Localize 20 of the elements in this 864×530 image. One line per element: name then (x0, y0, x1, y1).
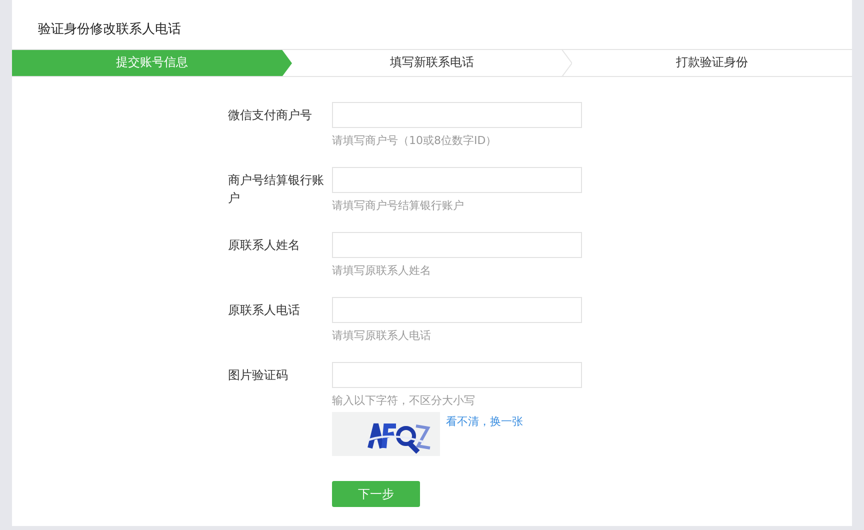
field-label: 商户号结算银行账户 (228, 172, 324, 207)
refresh-captcha-link[interactable]: 看不清，换一张 (446, 414, 523, 429)
field-label: 图片验证码 (228, 367, 289, 384)
field-hint: 请填写商户号结算银行账户 (332, 199, 465, 213)
field-hint: 请填写原联系人电话 (332, 329, 432, 343)
step-tab[interactable]: 提交账号信息 (12, 50, 292, 76)
input-field[interactable] (332, 232, 582, 258)
field-hint: 请填写商户号（10或8位数字ID） (332, 134, 498, 148)
input-field[interactable] (332, 167, 582, 193)
field-label: 原联系人姓名 (228, 237, 301, 254)
next-step-button[interactable]: 下一步 (332, 481, 420, 507)
step-tab[interactable]: 打款验证身份 (572, 50, 852, 76)
field-label: 原联系人电话 (228, 302, 301, 319)
step-tab[interactable]: 填写新联系电话 (292, 50, 572, 76)
input-field[interactable] (332, 362, 582, 388)
field-hint: 请填写原联系人姓名 (332, 264, 432, 278)
field-label: 微信支付商户号 (228, 107, 313, 124)
field-hint: 输入以下字符，不区分大小写 (332, 394, 476, 408)
input-field[interactable] (332, 102, 582, 128)
input-field[interactable] (332, 297, 582, 323)
